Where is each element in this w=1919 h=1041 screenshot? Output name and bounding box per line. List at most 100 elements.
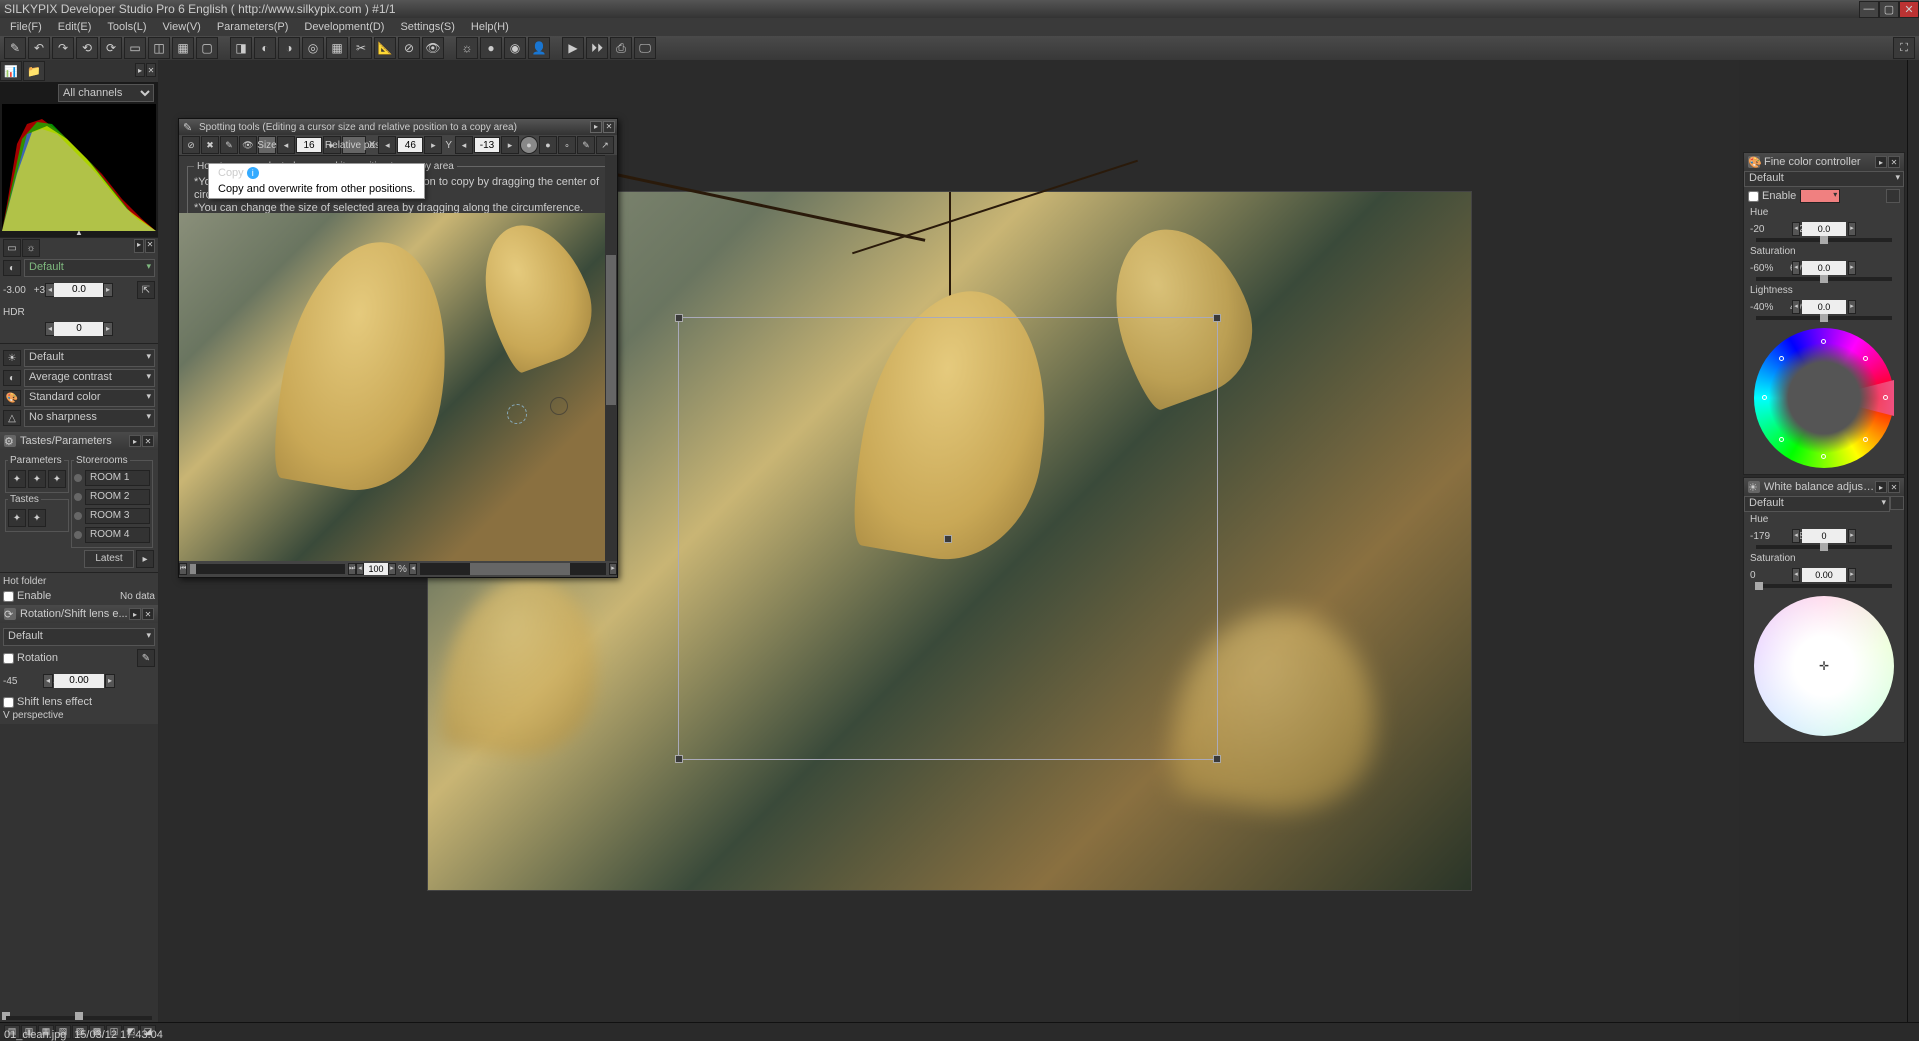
finecolor-picker-icon[interactable] [1886,189,1900,203]
spotting-eye-icon[interactable]: 👁 [239,136,257,154]
tool-highlight-icon[interactable]: ◐ [254,37,276,59]
tool-batch-icon[interactable]: ⏵⏵ [586,37,608,59]
zoom-spin-up[interactable]: ▸ [388,563,396,575]
tool-crop-icon[interactable]: ✂ [350,37,372,59]
params-btn2[interactable]: ✦ [28,470,46,488]
room-2-button[interactable]: ROOM 2 [85,489,150,505]
params-btn3[interactable]: ✦ [48,470,66,488]
spotting-apply-icon[interactable]: ✎ [577,136,595,154]
y-spin-down[interactable]: ◂ [455,136,473,154]
spotting-circle2-icon[interactable]: ● [539,136,557,154]
spotting-circle1-icon[interactable]: ● [520,136,538,154]
menu-help[interactable]: Help(H) [465,20,515,34]
minimize-button[interactable]: — [1859,1,1879,18]
tool-compare-icon[interactable]: ▭ [124,37,146,59]
hotfolder-enable-checkbox[interactable]: Enable [3,590,51,602]
spotting-pick-icon[interactable]: ↗ [596,136,614,154]
menu-development[interactable]: Development(D) [298,20,390,34]
tool-monitor-icon[interactable]: 🖵 [634,37,656,59]
rotation-preset-select[interactable]: Default [3,628,155,646]
brightness-select[interactable]: Default [24,349,155,367]
hdr-value[interactable]: 0 [54,322,104,336]
spotting-x-input[interactable] [397,137,423,153]
rotation-close-icon[interactable]: ✕ [142,608,154,620]
menu-settings[interactable]: Settings(S) [394,20,460,34]
tool-skin-icon[interactable]: 👤 [528,37,550,59]
menu-view[interactable]: View(V) [157,20,207,34]
spotting-titlebar[interactable]: ✎ Spotting tools (Editing a cursor size … [179,119,617,135]
tastes-btn1[interactable]: ✦ [8,509,26,527]
zoom-spin-far-up[interactable]: ⏭ [348,563,356,575]
tool-spotting-icon[interactable]: ⊘ [398,37,420,59]
exposure-tab2-icon[interactable]: ☼ [22,239,40,257]
tool-redo-icon[interactable]: ↷ [52,37,74,59]
tool-fit-icon[interactable]: ▢ [196,37,218,59]
spotting-erase-icon[interactable]: ✖ [201,136,219,154]
rotation-spin-down[interactable]: ◂ [43,674,53,688]
size-spin-down[interactable]: ◂ [277,136,295,154]
tool-print-icon[interactable]: ⎙ [610,37,632,59]
tool-focus-icon[interactable]: ◎ [302,37,324,59]
finecolor-enable-checkbox[interactable]: Enable [1748,190,1796,202]
tool-rotate-right-icon[interactable]: ⟳ [100,37,122,59]
room-4-button[interactable]: ROOM 4 [85,527,150,543]
exposure-close-icon[interactable]: ✕ [145,239,155,253]
hdr-spin-up[interactable]: ▸ [103,322,113,336]
tool-whitepoint-icon[interactable]: ☼ [456,37,478,59]
finecolor-collapse-icon[interactable]: ▸ [1875,156,1887,168]
exposure-spin-up[interactable]: ▸ [103,283,113,297]
left-tab-histogram-icon[interactable]: 📊 [0,61,22,81]
spotting-circle3-icon[interactable]: ∘ [558,136,576,154]
finecolor-preset-select[interactable]: Default [1744,171,1904,187]
room-1-button[interactable]: ROOM 1 [85,470,150,486]
shiftlens-checkbox[interactable]: Shift lens effect [3,696,155,708]
contrast-select[interactable]: Average contrast [24,369,155,387]
exposure-value[interactable]: 0.0 [54,283,104,297]
wb-picker-icon[interactable] [1890,496,1904,510]
y-spin-up[interactable]: ▸ [501,136,519,154]
exposure-tab1-icon[interactable]: ▭ [3,239,21,257]
latest-play-icon[interactable]: ▸ [136,550,154,568]
wb-close-icon[interactable]: ✕ [1888,481,1900,493]
spotting-brush-icon[interactable]: ✎ [220,136,238,154]
spotting-vscrollbar[interactable] [605,155,617,561]
rotation-slider[interactable]: -45 45 ◂ 0.00 ▸ [3,670,155,692]
wb-collapse-icon[interactable]: ▸ [1875,481,1887,493]
rotation-spin-up[interactable]: ▸ [105,674,115,688]
spotting-close-icon[interactable]: ✕ [603,121,615,133]
tool-bg-icon[interactable]: ◨ [230,37,252,59]
wb-color-wheel[interactable]: ✛ [1754,596,1894,736]
tool-grid-icon[interactable]: ▦ [326,37,348,59]
menu-item-copy-overwrite[interactable]: Copy and overwrite from other positions. [210,181,423,197]
close-button[interactable]: ✕ [1899,1,1919,18]
tool-rotate-left-icon[interactable]: ⟲ [76,37,98,59]
histogram-channel-select[interactable]: All channels [58,84,154,102]
menu-parameters[interactable]: Parameters(P) [211,20,295,34]
exposure-collapse-icon[interactable]: ▸ [134,239,144,253]
spotting-size-button[interactable]: Size [258,136,276,154]
spotting-relpos-button[interactable]: Relative pos. [342,136,366,154]
tastes-close-icon[interactable]: ✕ [142,435,154,447]
tastes-btn2[interactable]: ✦ [28,509,46,527]
tool-shadow-icon[interactable]: ◑ [278,37,300,59]
menu-file[interactable]: File(F) [4,20,48,34]
finecolor-hue-wheel[interactable] [1754,328,1894,468]
zoom-spin-far-down[interactable]: ⏮ [179,563,187,575]
rotation-collapse-icon[interactable]: ▸ [129,608,141,620]
wb-preset-select[interactable]: Default [1744,496,1890,512]
maximize-button[interactable]: ▢ [1879,1,1899,18]
fullscreen-button[interactable]: ⛶ [1893,37,1915,59]
tool-brush-icon[interactable]: ✎ [4,37,26,59]
room-3-button[interactable]: ROOM 3 [85,508,150,524]
spotting-hscrollbar[interactable] [420,563,606,575]
spotting-collapse-icon[interactable]: ▸ [590,121,602,133]
rotation-value[interactable]: 0.00 [54,674,104,688]
hscroll-right[interactable]: ▸ [609,563,617,575]
sharp-select[interactable]: No sharpness [24,409,155,427]
exposure-preset-select[interactable]: Default [24,259,155,277]
menu-edit[interactable]: Edit(E) [52,20,98,34]
color-select[interactable]: Standard color [24,389,155,407]
tool-redeye-icon[interactable]: 👁 [422,37,444,59]
finecolor-close-icon[interactable]: ✕ [1888,156,1900,168]
tool-layout-icon[interactable]: ▦ [172,37,194,59]
